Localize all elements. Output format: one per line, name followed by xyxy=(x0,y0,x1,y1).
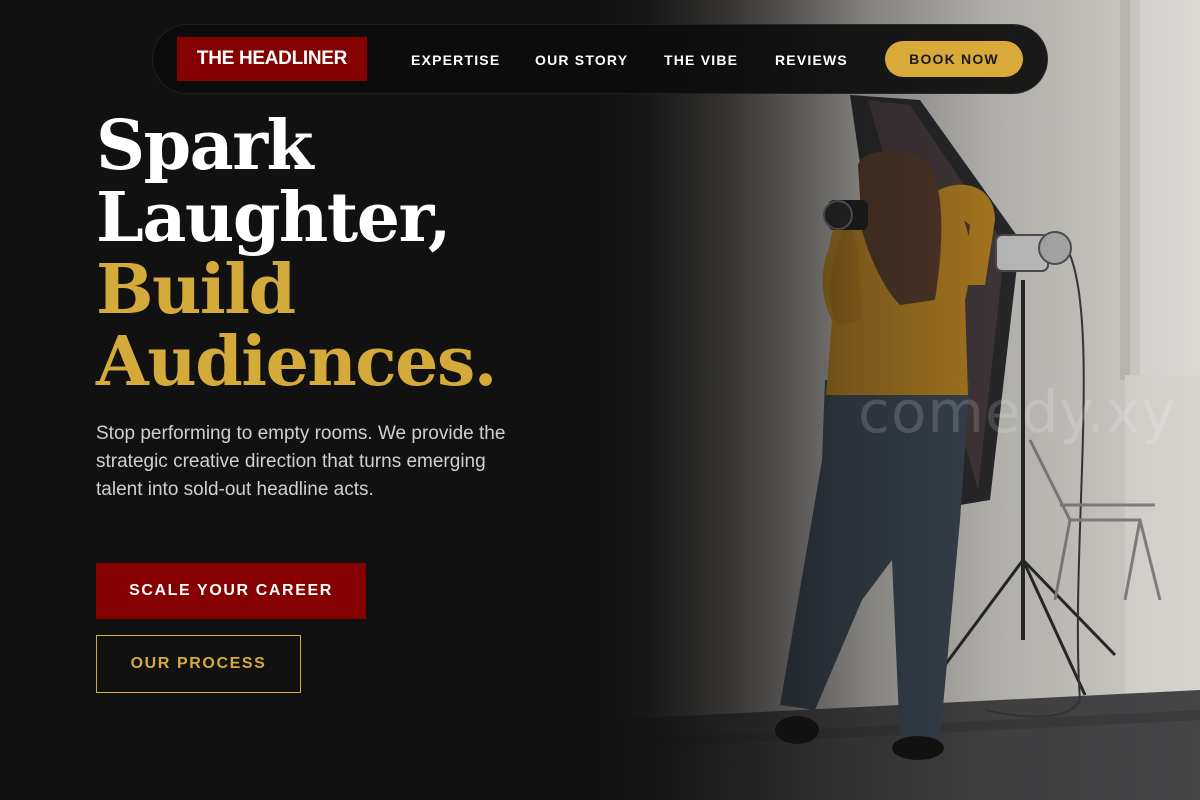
nav-link-our-story[interactable]: OUR STORY xyxy=(535,49,628,71)
hero-photo: comedy.xy xyxy=(600,0,1200,800)
site-logo[interactable]: THE HEADLINER xyxy=(177,37,367,81)
headline-line-2: Laughter, xyxy=(96,178,452,258)
hero-headline: Spark Laughter, Build Audiences. xyxy=(96,106,497,402)
headline-line-3: Build xyxy=(96,250,296,330)
our-process-button[interactable]: OUR PROCESS xyxy=(96,635,301,693)
nav-link-the-vibe[interactable]: THE VIBE xyxy=(664,49,738,71)
top-navigation: THE HEADLINER EXPERTISE OUR STORY THE VI… xyxy=(152,24,1048,94)
scale-your-career-button[interactable]: SCALE YOUR CAREER xyxy=(96,563,366,619)
hero-lead-text: Stop performing to empty rooms. We provi… xyxy=(96,423,506,500)
book-now-button[interactable]: BOOK NOW xyxy=(885,41,1023,77)
nav-link-reviews[interactable]: REVIEWS xyxy=(775,49,848,71)
headline-line-4: Audiences. xyxy=(96,322,497,402)
nav-link-expertise[interactable]: EXPERTISE xyxy=(411,49,500,71)
headline-line-1: Spark xyxy=(96,106,314,186)
image-watermark: comedy.xy xyxy=(858,378,1177,446)
